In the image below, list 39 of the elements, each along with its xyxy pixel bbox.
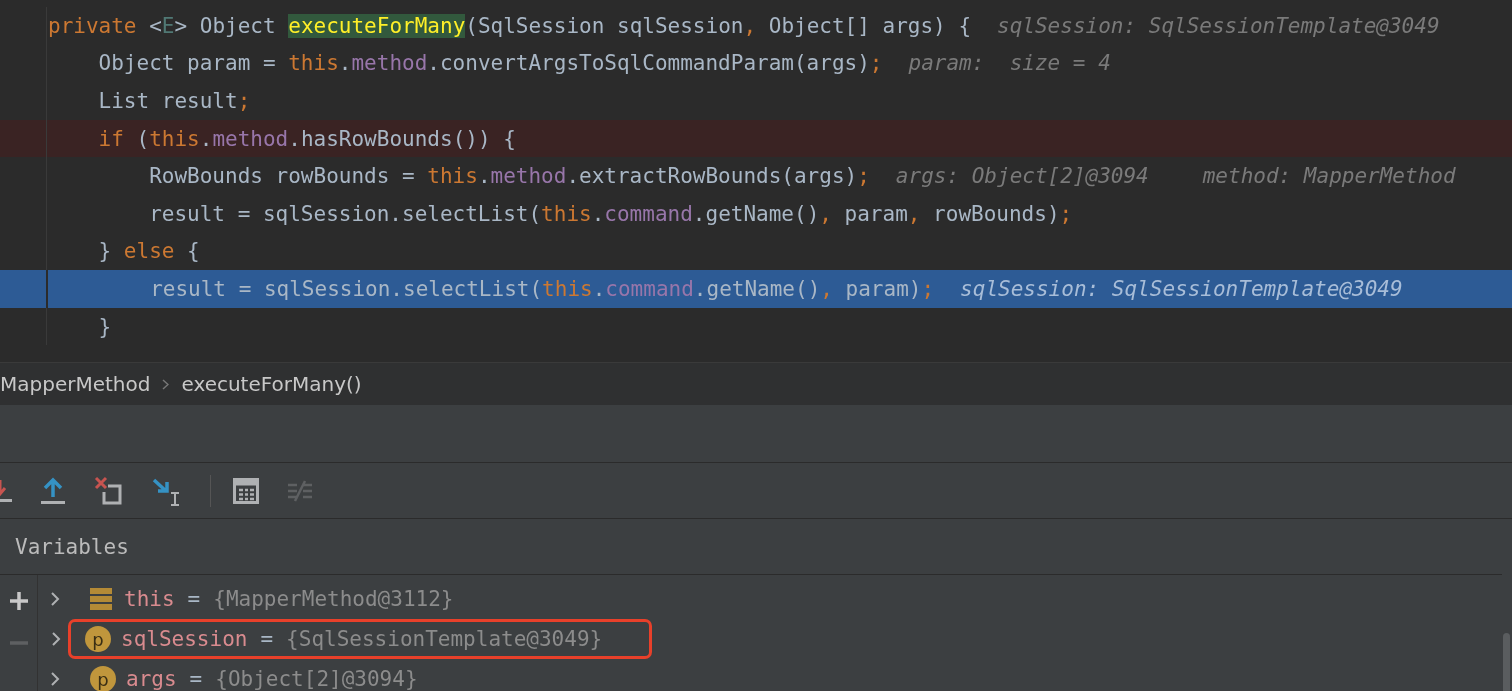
equals-sign: = bbox=[187, 587, 201, 611]
code-line: result = sqlSession.selectList(this.command.getName(), param, rowBounds); bbox=[148, 201, 1073, 226]
inline-value-hint: sqlSession: SqlSessionTemplate@3049 bbox=[997, 13, 1440, 38]
breadcrumb-item[interactable]: executeForMany() bbox=[181, 372, 362, 396]
variable-value: {Object[2]@3094} bbox=[215, 667, 418, 691]
step-out-icon[interactable] bbox=[40, 476, 66, 505]
chevron-separator-icon bbox=[162, 378, 170, 390]
inline-value-hint: sqlSession: SqlSessionTemplate@3049 bbox=[960, 276, 1403, 301]
inline-value-hint: method: MapperMethod bbox=[1202, 164, 1456, 189]
variable-value: {SqlSessionTemplate@3049} bbox=[286, 627, 603, 651]
code-line: RowBounds rowBounds = this.method.extractRowBounds(args); bbox=[148, 164, 870, 189]
drop-frame-icon[interactable] bbox=[94, 475, 124, 506]
variables-tab[interactable]: Variables bbox=[15, 534, 129, 559]
equals-sign: = bbox=[260, 627, 274, 651]
code-line: } bbox=[97, 314, 112, 339]
code-line: private <E> Object executeForMany(SqlSession sqlSession, Object[] args) { bbox=[48, 13, 972, 38]
calculator-icon[interactable] bbox=[233, 477, 259, 504]
stacked-bars-icon bbox=[90, 588, 112, 610]
parameter-badge: p bbox=[90, 666, 116, 691]
code-line: } else { bbox=[97, 239, 200, 264]
plus-icon[interactable] bbox=[8, 591, 29, 611]
equals-sign: = bbox=[189, 667, 203, 691]
expand-chevron-icon[interactable] bbox=[51, 631, 61, 647]
variable-name: this bbox=[124, 587, 175, 611]
step-into-icon[interactable] bbox=[0, 477, 12, 504]
inline-value-hint: param: size = 4 bbox=[908, 51, 1111, 76]
breadcrumb-item[interactable]: MapperMethod bbox=[0, 372, 151, 396]
code-line: result = sqlSession.selectList(this.command.getName(), param); bbox=[149, 276, 935, 301]
code-line: Object param = this.method.convertArgsToSqlCommandParam(args); bbox=[97, 51, 883, 76]
inline-value-hint: args: Object[2]@3094 bbox=[895, 164, 1149, 189]
variable-name: sqlSession bbox=[121, 627, 248, 651]
variable-name: args bbox=[126, 667, 177, 691]
parameter-badge: p bbox=[85, 626, 111, 652]
expand-chevron-icon[interactable] bbox=[50, 671, 60, 687]
scrollbar[interactable] bbox=[1503, 633, 1510, 691]
code-line: if (this.method.hasRowBounds()) { bbox=[97, 126, 516, 151]
expand-chevron-icon[interactable] bbox=[50, 591, 60, 607]
code-line: List result; bbox=[97, 89, 251, 113]
variable-value: {MapperMethod@3112} bbox=[213, 587, 454, 611]
